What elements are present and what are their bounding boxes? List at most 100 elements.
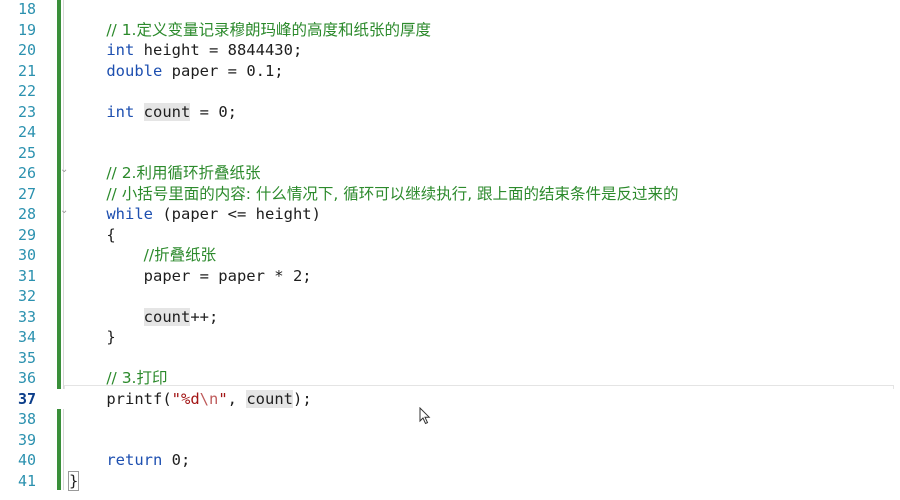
line-number: 27: [17, 184, 36, 203]
line-number: 29: [17, 225, 36, 244]
code-line[interactable]: 37 printf("%d\n", count);: [0, 388, 900, 410]
code-editor[interactable]: ⌄ ⌄ 18 19 // 1.定义变量记录穆朗玛峰的高度和纸张的厚度 20 int …: [0, 0, 900, 500]
line-number: 33: [17, 307, 36, 326]
code-token: 0;: [162, 451, 191, 469]
code-text[interactable]: count++;: [69, 307, 218, 328]
line-number: 25: [17, 143, 36, 162]
code-line[interactable]: 23 int count = 0;: [0, 102, 900, 123]
line-number: 21: [17, 61, 36, 80]
code-token: \n: [199, 389, 219, 408]
code-text[interactable]: }: [69, 327, 116, 348]
code-line[interactable]: 35: [0, 348, 900, 369]
code-token: while: [106, 205, 153, 223]
code-token: {: [69, 225, 116, 244]
line-number: 30: [17, 246, 36, 264]
code-text[interactable]: }: [67, 470, 80, 492]
code-line[interactable]: 41}: [0, 470, 900, 492]
code-line[interactable]: 33 count++;: [0, 307, 900, 328]
code-text[interactable]: // 2.利用循环折叠纸张: [69, 163, 261, 184]
code-text[interactable]: while (paper <= height): [69, 204, 321, 225]
code-token: }: [69, 328, 116, 346]
code-token: // 小括号里面的内容: 什么情况下, 循环可以继续执行, 跟上面的结束条件是反…: [106, 184, 679, 203]
line-number: 28: [17, 205, 36, 223]
code-token: // 3.打印: [106, 369, 168, 387]
code-line[interactable]: 39: [0, 430, 900, 451]
line-number: 35: [17, 348, 36, 367]
code-text[interactable]: // 小括号里面的内容: 什么情况下, 循环可以继续执行, 跟上面的结束条件是反…: [69, 184, 679, 205]
code-token: int: [106, 102, 135, 121]
code-token: printf(: [69, 389, 172, 408]
line-number: 20: [17, 41, 36, 59]
code-token: ++;: [190, 307, 219, 326]
code-line[interactable]: 27 // 小括号里面的内容: 什么情况下, 循环可以继续执行, 跟上面的结束条…: [0, 184, 900, 205]
line-number: 32: [17, 287, 36, 305]
line-number: 37: [17, 389, 36, 408]
code-line[interactable]: 18: [0, 0, 900, 20]
code-token: "%d: [171, 389, 200, 408]
line-number: 38: [17, 410, 36, 428]
line-number: 18: [17, 0, 36, 18]
code-line[interactable]: 28 while (paper <= height): [0, 204, 900, 225]
code-line[interactable]: 31 paper = paper * 2;: [0, 266, 900, 287]
code-token: //折叠纸张: [143, 246, 217, 264]
code-line[interactable]: 22: [0, 81, 900, 102]
code-line[interactable]: 29 {: [0, 225, 900, 246]
code-token: }: [67, 470, 80, 491]
code-line[interactable]: 40 return 0;: [0, 450, 900, 471]
code-line[interactable]: 19 // 1.定义变量记录穆朗玛峰的高度和纸张的厚度: [0, 20, 900, 41]
line-number: 31: [17, 266, 36, 285]
code-token: return: [106, 451, 163, 469]
code-text[interactable]: double paper = 0.1;: [69, 61, 283, 82]
code-token: count: [143, 307, 191, 326]
code-line[interactable]: 32: [0, 286, 900, 307]
line-number: 36: [17, 369, 36, 387]
code-text[interactable]: // 1.定义变量记录穆朗玛峰的高度和纸张的厚度: [69, 20, 431, 41]
code-token: count: [143, 102, 191, 121]
code-text[interactable]: //折叠纸张: [69, 245, 216, 266]
line-number: 34: [17, 328, 36, 346]
code-text[interactable]: // 3.打印: [69, 368, 168, 389]
code-token: ": [218, 389, 228, 408]
code-line[interactable]: 26 // 2.利用循环折叠纸张: [0, 163, 900, 184]
code-token: paper = paper * 2;: [69, 266, 312, 285]
line-number: 23: [17, 102, 36, 121]
code-text[interactable]: int count = 0;: [69, 102, 237, 123]
line-number: 24: [17, 123, 36, 141]
code-line[interactable]: 25: [0, 143, 900, 164]
code-line[interactable]: 38: [0, 409, 900, 430]
code-text[interactable]: {: [69, 225, 116, 246]
mouse-pointer-icon: [419, 407, 431, 425]
code-text[interactable]: printf("%d\n", count);: [69, 389, 312, 410]
code-line[interactable]: 34 }: [0, 327, 900, 348]
line-number: 40: [17, 451, 36, 469]
code-text[interactable]: int height = 8844430;: [69, 40, 302, 61]
code-token: count: [246, 389, 294, 408]
code-token: // 1.定义变量记录穆朗玛峰的高度和纸张的厚度: [106, 20, 431, 39]
code-token: int: [106, 41, 135, 59]
line-number: 39: [17, 430, 36, 449]
code-token: (paper <= height): [153, 205, 321, 223]
code-line[interactable]: 21 double paper = 0.1;: [0, 61, 900, 82]
code-text[interactable]: paper = paper * 2;: [69, 266, 312, 287]
code-token: ,: [227, 389, 247, 408]
code-lines[interactable]: 18 19 // 1.定义变量记录穆朗玛峰的高度和纸张的厚度 20 int heig…: [0, 0, 900, 491]
line-number: 41: [17, 471, 36, 490]
code-token: // 2.利用循环折叠纸张: [106, 164, 261, 182]
code-line[interactable]: 30 //折叠纸张: [0, 245, 900, 266]
code-line[interactable]: 36 // 3.打印: [0, 368, 900, 389]
code-text[interactable]: return 0;: [69, 450, 190, 471]
code-line[interactable]: 24: [0, 122, 900, 143]
code-line[interactable]: 20 int height = 8844430;: [0, 40, 900, 61]
code-token: height = 8844430;: [134, 41, 303, 59]
